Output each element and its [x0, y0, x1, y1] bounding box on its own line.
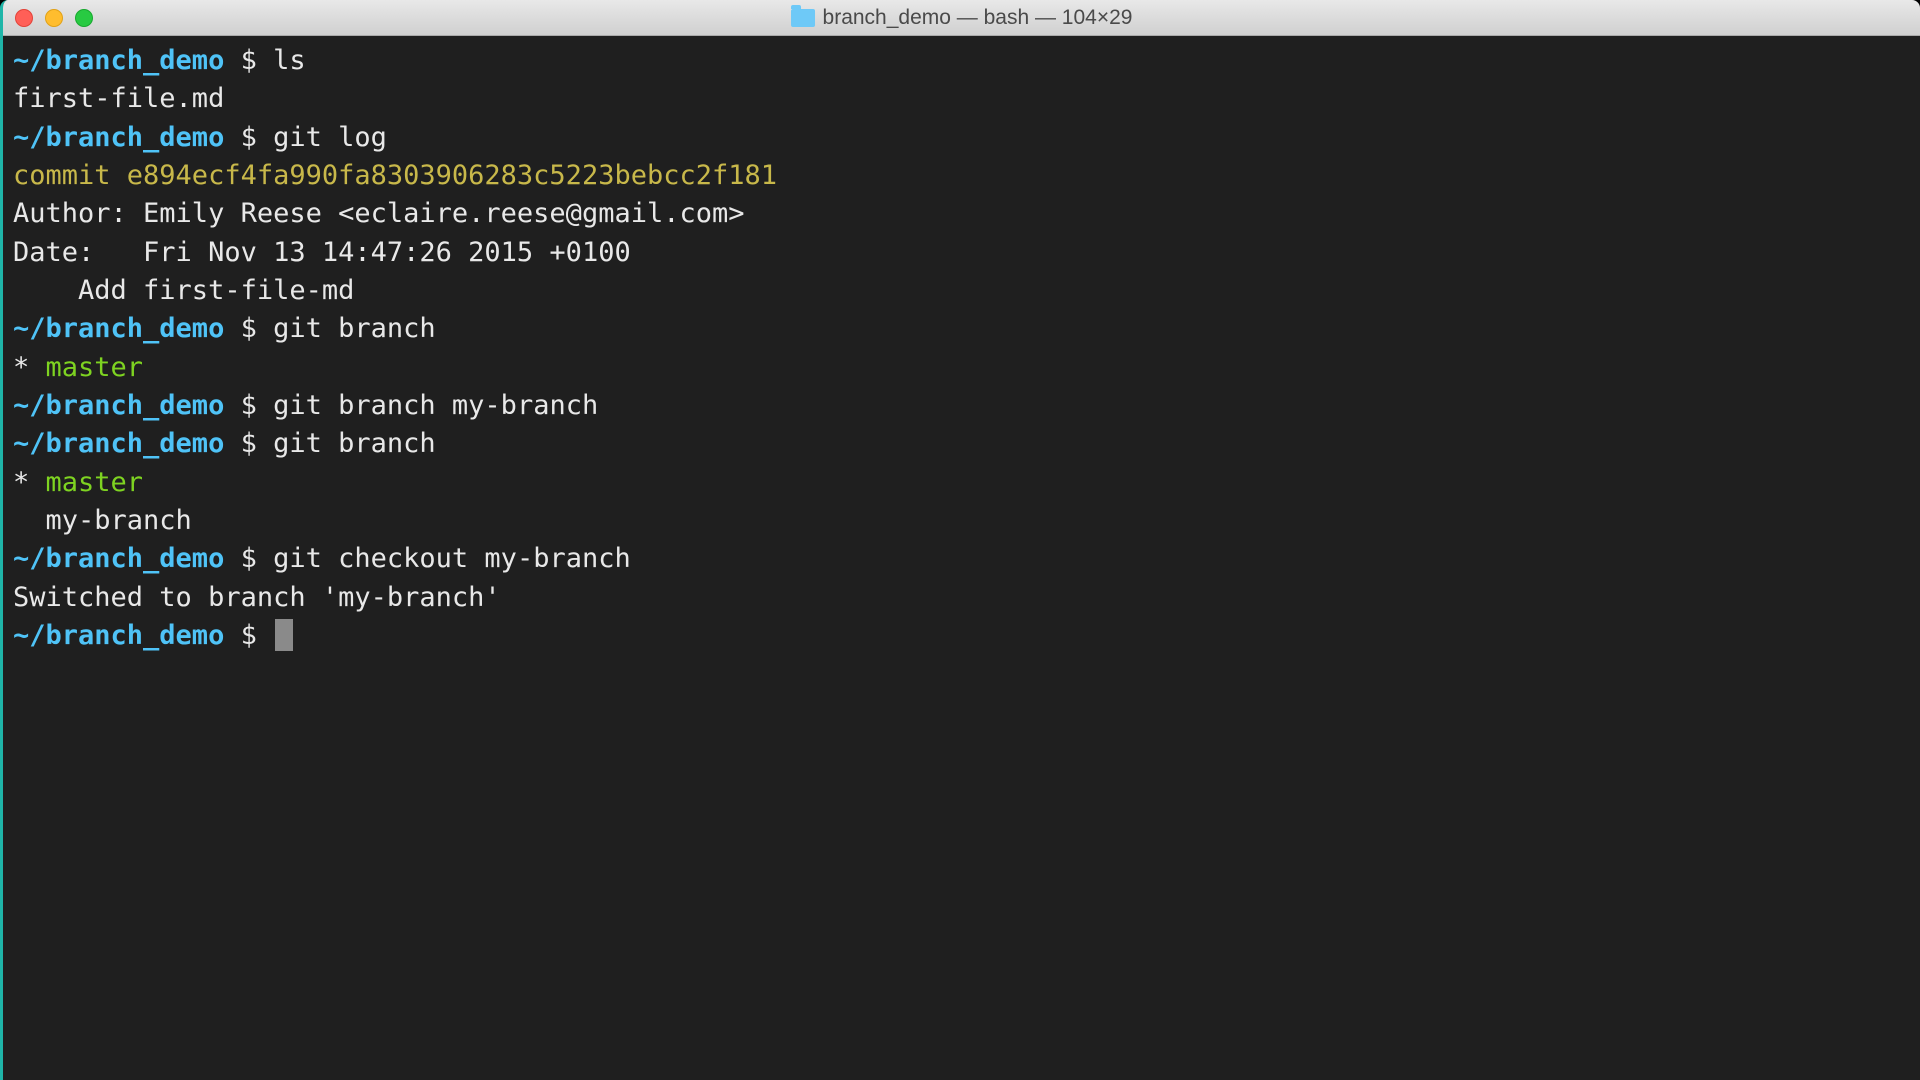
terminal-line: ~/branch_demo $ git branch: [13, 425, 1910, 463]
prompt-path: ~/branch_demo: [13, 428, 224, 459]
prompt-path: ~/branch_demo: [13, 122, 224, 153]
prompt-path: ~/branch_demo: [13, 620, 224, 651]
prompt-dollar: $: [224, 313, 273, 344]
branch-line: * master: [13, 349, 1910, 387]
current-branch: master: [46, 352, 144, 383]
command: ls: [273, 45, 306, 76]
minimize-icon[interactable]: [45, 9, 63, 27]
titlebar: branch_demo — bash — 104×29: [3, 0, 1920, 36]
current-branch: master: [46, 467, 144, 498]
prompt-dollar: $: [224, 428, 273, 459]
terminal-line: ~/branch_demo $: [13, 617, 1910, 655]
prompt-path: ~/branch_demo: [13, 543, 224, 574]
terminal-line: ~/branch_demo $ ls: [13, 42, 1910, 80]
commit-message-line: Add first-file-md: [13, 272, 1910, 310]
terminal-line: ~/branch_demo $ git checkout my-branch: [13, 540, 1910, 578]
prompt-path: ~/branch_demo: [13, 390, 224, 421]
folder-icon: [791, 9, 815, 27]
close-icon[interactable]: [15, 9, 33, 27]
window-title: branch_demo — bash — 104×29: [823, 6, 1133, 30]
command: git branch: [273, 428, 436, 459]
command: git checkout my-branch: [273, 543, 631, 574]
cursor-icon: [275, 619, 293, 651]
prompt-dollar: $: [224, 122, 273, 153]
title-center: branch_demo — bash — 104×29: [791, 6, 1133, 30]
date-line: Date: Fri Nov 13 14:47:26 2015 +0100: [13, 234, 1910, 272]
terminal-window: branch_demo — bash — 104×29 ~/branch_dem…: [0, 0, 1920, 1080]
checkout-output: Switched to branch 'my-branch': [13, 579, 1910, 617]
branch-line: my-branch: [13, 502, 1910, 540]
prompt-dollar: $: [224, 390, 273, 421]
prompt-dollar: $: [224, 45, 273, 76]
terminal-line: ~/branch_demo $ git log: [13, 119, 1910, 157]
prompt-path: ~/branch_demo: [13, 313, 224, 344]
commit-hash-line: commit e894ecf4fa990fa8303906283c5223beb…: [13, 157, 1910, 195]
terminal-line: first-file.md: [13, 80, 1910, 118]
window-controls: [15, 9, 93, 27]
command: git branch my-branch: [273, 390, 598, 421]
author-line: Author: Emily Reese <eclaire.reese@gmail…: [13, 195, 1910, 233]
prompt-dollar: $: [224, 620, 273, 651]
prompt-path: ~/branch_demo: [13, 45, 224, 76]
branch-line: * master: [13, 464, 1910, 502]
command: git log: [273, 122, 387, 153]
maximize-icon[interactable]: [75, 9, 93, 27]
terminal-line: ~/branch_demo $ git branch: [13, 310, 1910, 348]
terminal-body[interactable]: ~/branch_demo $ lsfirst-file.md~/branch_…: [3, 36, 1920, 1080]
terminal-line: ~/branch_demo $ git branch my-branch: [13, 387, 1910, 425]
current-branch-star: *: [13, 352, 46, 383]
current-branch-star: *: [13, 467, 46, 498]
command: git branch: [273, 313, 436, 344]
prompt-dollar: $: [224, 543, 273, 574]
